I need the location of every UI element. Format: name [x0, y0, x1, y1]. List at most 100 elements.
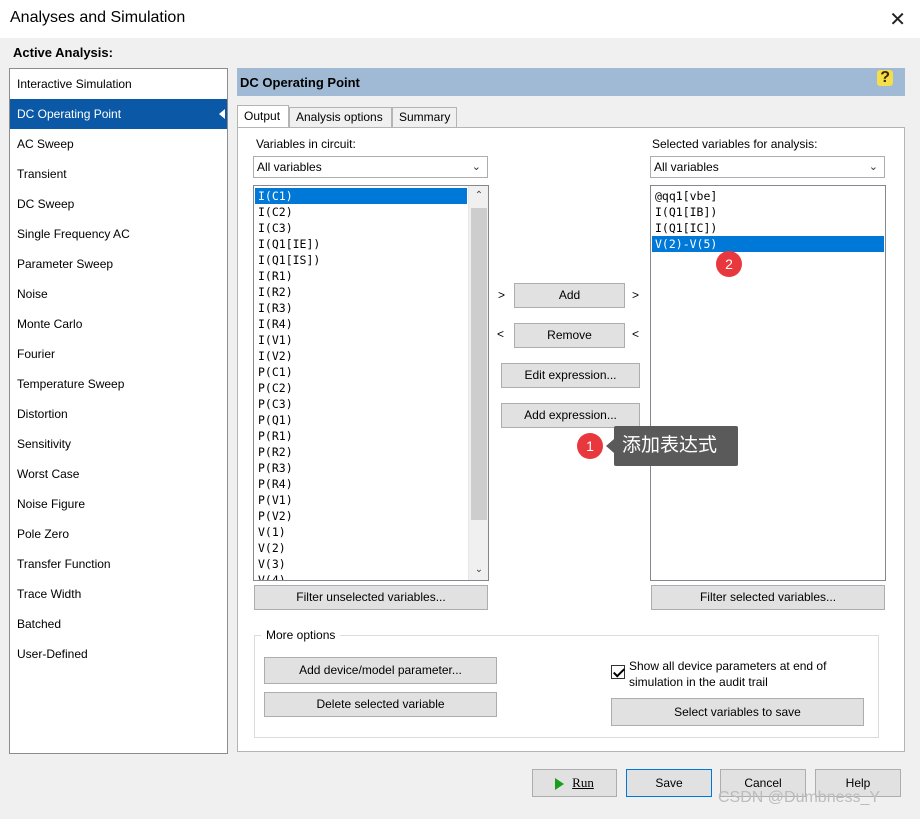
- analysis-list: Interactive Simulation DC Operating Point…: [9, 68, 228, 754]
- selected-variables-label: Selected variables for analysis:: [652, 137, 818, 151]
- tab-output[interactable]: Output: [237, 105, 289, 129]
- variable-item[interactable]: P(Q1): [255, 412, 467, 428]
- variables-filter-value: All variables: [257, 160, 322, 174]
- variable-item[interactable]: V(3): [255, 556, 467, 572]
- analysis-item[interactable]: Single Frequency AC: [10, 219, 227, 249]
- analysis-item[interactable]: Monte Carlo: [10, 309, 227, 339]
- play-icon: [555, 777, 565, 790]
- remove-right-indicator: <: [632, 327, 640, 341]
- help-icon[interactable]: ?: [877, 70, 893, 86]
- watermark: CSDN @Dumbness_Y: [718, 789, 881, 806]
- analysis-item[interactable]: Temperature Sweep: [10, 369, 227, 399]
- edit-expression-button[interactable]: Edit expression...: [501, 363, 640, 388]
- selected-variable-item[interactable]: I(Q1[IC]): [652, 220, 884, 236]
- remove-left-indicator: <: [497, 327, 505, 341]
- analysis-item[interactable]: Pole Zero: [10, 519, 227, 549]
- show-device-params-line2: simulation in the audit trail: [629, 675, 768, 689]
- annotation-badge-1: 1: [577, 433, 603, 459]
- variable-item[interactable]: I(R2): [255, 284, 467, 300]
- title-bar: Analyses and Simulation ✕: [0, 0, 920, 38]
- variable-item[interactable]: P(R2): [255, 444, 467, 460]
- active-analysis-label: Active Analysis:: [13, 45, 113, 60]
- selected-filter-dropdown[interactable]: All variables ⌄: [650, 156, 885, 178]
- analysis-item[interactable]: Worst Case: [10, 459, 227, 489]
- add-expression-button[interactable]: Add expression...: [501, 403, 640, 428]
- scroll-down-icon[interactable]: ⌄: [469, 560, 488, 580]
- add-device-parameter-button[interactable]: Add device/model parameter...: [264, 657, 497, 684]
- delete-selected-variable-button[interactable]: Delete selected variable: [264, 692, 497, 717]
- analysis-item[interactable]: DC Operating Point: [10, 99, 227, 129]
- selected-variable-item[interactable]: V(2)-V(5): [652, 236, 884, 252]
- analysis-item[interactable]: Batched: [10, 609, 227, 639]
- variable-item[interactable]: I(Q1[IS]): [255, 252, 467, 268]
- tab-analysis-options[interactable]: Analysis options: [289, 107, 392, 127]
- variable-item[interactable]: V(1): [255, 524, 467, 540]
- select-variables-to-save-button[interactable]: Select variables to save: [611, 698, 864, 726]
- variable-item[interactable]: I(V2): [255, 348, 467, 364]
- analysis-item[interactable]: Fourier: [10, 339, 227, 369]
- variable-item[interactable]: V(2): [255, 540, 467, 556]
- more-options-label: More options: [261, 628, 341, 642]
- variable-item[interactable]: P(C2): [255, 380, 467, 396]
- analysis-item[interactable]: User-Defined: [10, 639, 227, 669]
- filter-unselected-button[interactable]: Filter unselected variables...: [254, 585, 488, 610]
- variable-item[interactable]: I(R3): [255, 300, 467, 316]
- variables-scrollbar[interactable]: ⌃ ⌄: [468, 186, 488, 580]
- window-title: Analyses and Simulation: [10, 9, 186, 26]
- variable-item[interactable]: P(V2): [255, 508, 467, 524]
- analysis-item[interactable]: Interactive Simulation: [10, 69, 227, 99]
- variable-item[interactable]: P(R1): [255, 428, 467, 444]
- variables-list[interactable]: I(C1) I(C2) I(C3) I(Q1[IE]) I(Q1[IS]) I(R1) I(…: [253, 185, 489, 581]
- scroll-up-icon[interactable]: ⌃: [469, 186, 488, 206]
- chevron-down-icon: ⌄: [868, 161, 878, 173]
- chevron-down-icon: ⌄: [471, 161, 481, 173]
- panel-title: DC Operating Point: [240, 75, 360, 90]
- variable-item[interactable]: V(4): [255, 572, 467, 580]
- selected-variable-item[interactable]: I(Q1[IB]): [652, 204, 884, 220]
- selected-variable-item[interactable]: @qq1[vbe]: [652, 188, 884, 204]
- analysis-item[interactable]: Distortion: [10, 399, 227, 429]
- analysis-item[interactable]: Transfer Function: [10, 549, 227, 579]
- annotation-tooltip: 添加表达式: [606, 426, 738, 466]
- save-button[interactable]: Save: [626, 769, 712, 797]
- filter-selected-button[interactable]: Filter selected variables...: [651, 585, 885, 610]
- variable-item[interactable]: I(C1): [255, 188, 467, 204]
- variable-item[interactable]: I(V1): [255, 332, 467, 348]
- variable-item[interactable]: I(C3): [255, 220, 467, 236]
- variable-item[interactable]: I(C2): [255, 204, 467, 220]
- analysis-item[interactable]: DC Sweep: [10, 189, 227, 219]
- analysis-item[interactable]: Noise: [10, 279, 227, 309]
- variable-item[interactable]: P(V1): [255, 492, 467, 508]
- run-button[interactable]: Run: [532, 769, 617, 797]
- selected-variables-list[interactable]: @qq1[vbe] I(Q1[IB]) I(Q1[IC]) V(2)-V(5): [650, 185, 886, 581]
- variable-item[interactable]: P(C3): [255, 396, 467, 412]
- variable-item[interactable]: I(R1): [255, 268, 467, 284]
- analysis-item[interactable]: Trace Width: [10, 579, 227, 609]
- variable-item[interactable]: I(Q1[IE]): [255, 236, 467, 252]
- scroll-thumb[interactable]: [471, 208, 487, 520]
- analysis-item[interactable]: Noise Figure: [10, 489, 227, 519]
- show-device-params-line1: Show all device parameters at end of: [629, 659, 827, 673]
- add-right-indicator: >: [632, 288, 640, 302]
- annotation-badge-2: 2: [716, 251, 742, 277]
- remove-button[interactable]: Remove: [514, 323, 625, 348]
- analysis-item[interactable]: AC Sweep: [10, 129, 227, 159]
- tab-summary[interactable]: Summary: [392, 107, 457, 127]
- analysis-item[interactable]: Sensitivity: [10, 429, 227, 459]
- variables-filter-dropdown[interactable]: All variables ⌄: [253, 156, 488, 178]
- analysis-item[interactable]: Parameter Sweep: [10, 249, 227, 279]
- variable-item[interactable]: P(C1): [255, 364, 467, 380]
- add-left-indicator: >: [498, 288, 506, 302]
- close-icon[interactable]: ✕: [889, 7, 906, 32]
- panel-header: DC Operating Point ?: [237, 68, 905, 96]
- variable-item[interactable]: P(R4): [255, 476, 467, 492]
- show-device-params-checkbox[interactable]: [611, 665, 625, 679]
- variable-item[interactable]: P(R3): [255, 460, 467, 476]
- analysis-item[interactable]: Transient: [10, 159, 227, 189]
- run-label: Run: [572, 775, 594, 790]
- variable-item[interactable]: I(R4): [255, 316, 467, 332]
- show-device-params-label: Show all device parameters at end of sim…: [629, 658, 826, 690]
- variables-in-circuit-label: Variables in circuit:: [256, 137, 356, 151]
- add-button[interactable]: Add: [514, 283, 625, 308]
- selected-filter-value: All variables: [654, 160, 719, 174]
